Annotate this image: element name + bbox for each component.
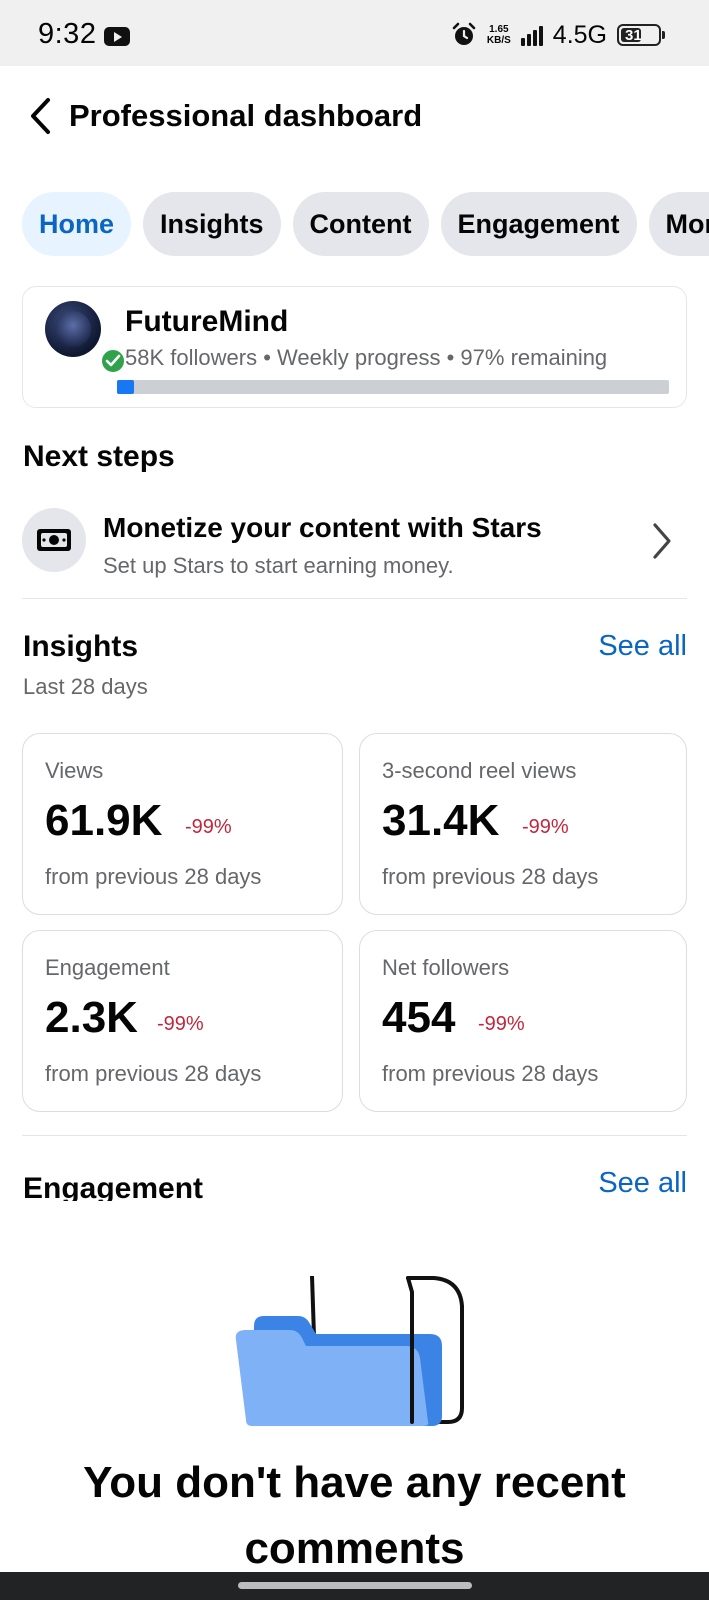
page-title: Professional dashboard [69,98,423,133]
battery-level: 31 [625,27,642,44]
empty-folder-icon [235,1276,464,1426]
money-icon [22,508,86,572]
step-subtitle: Set up Stars to start earning money. [103,553,454,578]
system-nav-bar [0,1572,709,1600]
tab-engagement[interactable]: Engagement [440,192,637,256]
metric-value: 454 [382,993,456,1042]
network-type: 4.5G [552,20,607,49]
followers-count: 58K followers [125,345,258,370]
tab-home[interactable]: Home [22,192,132,256]
metric-change: -99% [522,816,569,838]
network-speed: 1.65 KB/S [487,24,511,46]
step-title: Monetize your content with Stars [103,512,542,543]
metric-footnote: from previous 28 days [382,1061,599,1086]
metric-card-views[interactable]: Views 61.9K -99% from previous 28 days [22,733,343,915]
metric-change: -99% [478,1013,525,1035]
battery-icon: 31 [617,24,665,46]
tab-insights[interactable]: Insights [143,192,281,256]
insights-title: Insights [23,630,139,663]
tab-monetization[interactable]: Mon [648,192,709,256]
metric-value: 31.4K [382,796,500,845]
profile-meta: 58K followers • Weekly progress • 97% re… [125,345,607,371]
engagement-see-all-link[interactable]: See all [598,1167,687,1200]
metric-label: Engagement [45,955,170,980]
avatar [45,301,127,375]
status-time: 9:32 [38,18,97,50]
empty-state-line-1: You don't have any recent [83,1458,626,1507]
tab-content[interactable]: Content [292,192,429,256]
signal-icon [520,24,543,46]
metric-label: 3-second reel views [382,758,577,783]
back-button[interactable] [22,96,58,136]
profile-card[interactable]: FutureMind 58K followers • Weekly progre… [22,286,687,408]
youtube-icon [104,27,130,46]
divider [22,1135,687,1136]
metric-change: -99% [185,816,232,838]
status-icons: 1.65 KB/S 4.5G 31 [451,20,665,50]
engagement-title: Engagement [23,1172,204,1201]
separator-dot: • [446,345,461,370]
next-steps-title: Next steps [23,440,175,473]
chevron-left-icon [31,98,50,134]
metric-card-net-followers[interactable]: Net followers 454 -99% from previous 28 … [359,930,687,1112]
insights-see-all-link[interactable]: See all [598,630,687,663]
status-bar: 9:32 1.65 KB/S 4.5G 31 [0,0,709,66]
divider [22,598,687,599]
metric-footnote: from previous 28 days [382,864,599,889]
metric-value: 61.9K [45,796,163,845]
weekly-progress-bar [117,380,669,394]
speed-value: 1.65 [489,24,509,35]
progress-remaining: 97% remaining [460,345,608,370]
metric-card-engagement[interactable]: Engagement 2.3K -99% from previous 28 da… [22,930,343,1112]
profile-name: FutureMind [125,305,289,338]
home-indicator[interactable] [238,1582,472,1589]
weekly-progress-fill [117,380,134,394]
tab-bar: HomeInsightsContentEngagementMon [22,192,709,258]
monetize-stars-item[interactable]: Monetize your content with Stars Set up … [22,500,687,596]
empty-state-message: You don't have any recent comments [0,1450,709,1582]
alarm-icon [452,22,476,45]
verified-check-icon [99,347,127,375]
progress-label: Weekly progress [277,345,441,370]
speed-unit: KB/S [486,35,511,46]
metric-footnote: from previous 28 days [45,864,262,889]
metric-label: Views [45,758,104,783]
header: Professional dashboard [0,66,709,166]
chevron-right-icon [653,523,671,559]
metric-value: 2.3K [45,993,138,1042]
insights-period: Last 28 days [23,674,148,699]
separator-dot: • [263,345,278,370]
metric-card-reel-views[interactable]: 3-second reel views 31.4K -99% from prev… [359,733,687,915]
metric-footnote: from previous 28 days [45,1061,262,1086]
metric-change: -99% [157,1013,204,1035]
metric-label: Net followers [382,955,510,980]
